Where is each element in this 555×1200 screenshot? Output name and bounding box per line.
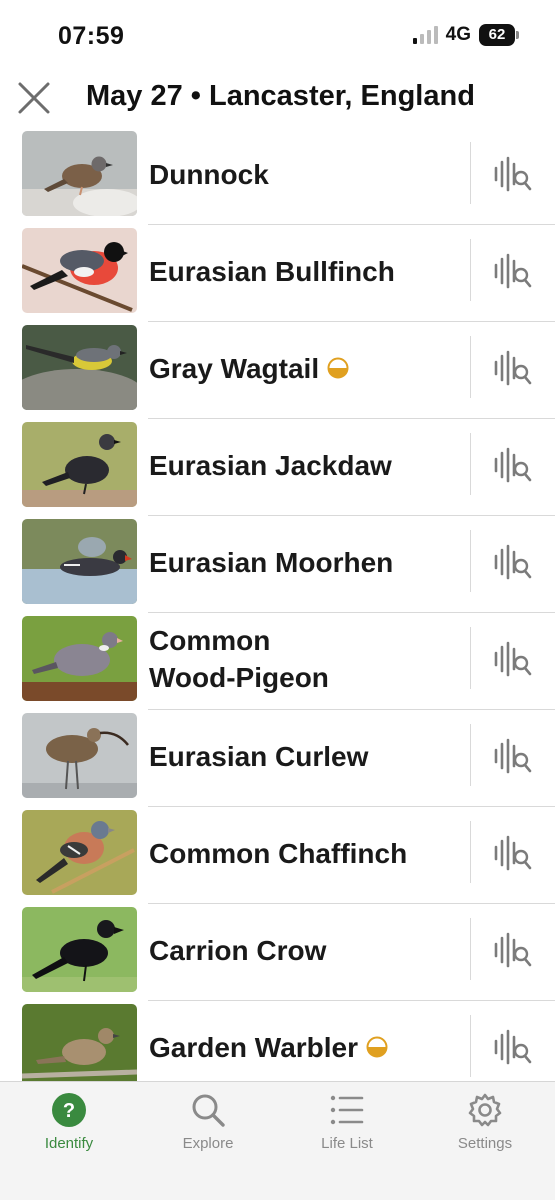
bird-photo-carrion-crow bbox=[22, 907, 137, 992]
sound-search-icon bbox=[494, 447, 532, 483]
sound-search-button[interactable] bbox=[492, 738, 534, 774]
species-row[interactable]: Garden Warbler bbox=[0, 1001, 555, 1081]
sound-search-button[interactable] bbox=[492, 932, 534, 968]
tab-label: Identify bbox=[44, 1135, 94, 1152]
species-name: Eurasian Curlew bbox=[149, 740, 369, 772]
row-divider bbox=[470, 1015, 471, 1077]
page-title: May 27 • Lancaster, England bbox=[86, 80, 475, 112]
sound-search-icon bbox=[494, 932, 532, 968]
sound-search-icon bbox=[494, 738, 532, 774]
species-name: Garden Warbler bbox=[149, 1001, 459, 1081]
sound-search-icon bbox=[494, 641, 532, 677]
sound-search-icon bbox=[494, 253, 532, 289]
species-row[interactable]: Eurasian Bullfinch bbox=[0, 225, 555, 322]
sound-search-button[interactable] bbox=[492, 544, 534, 580]
bird-photo-bullfinch bbox=[22, 228, 137, 313]
species-row[interactable]: Dunnock bbox=[0, 128, 555, 225]
seasonal-badge-icon bbox=[366, 1036, 388, 1058]
gear-icon bbox=[468, 1093, 502, 1127]
species-row[interactable]: Common Chaffinch bbox=[0, 807, 555, 904]
species-name: Common Chaffinch bbox=[149, 837, 408, 869]
cellular-signal-icon bbox=[412, 26, 438, 44]
svg-text:?: ? bbox=[63, 1100, 75, 1122]
bird-photo-dunnock bbox=[22, 131, 137, 216]
species-name: Carrion Crow bbox=[149, 934, 327, 966]
sound-search-button[interactable] bbox=[492, 350, 534, 386]
row-divider bbox=[470, 918, 471, 980]
row-divider bbox=[470, 433, 471, 495]
species-row[interactable]: Eurasian Moorhen bbox=[0, 516, 555, 613]
sound-search-icon bbox=[494, 1029, 532, 1065]
bird-photo-jackdaw bbox=[22, 422, 137, 507]
close-button[interactable] bbox=[16, 80, 52, 116]
tab-life-list[interactable]: Life List bbox=[278, 1092, 416, 1162]
sound-search-button[interactable] bbox=[492, 156, 534, 192]
tab-label: Life List bbox=[321, 1135, 373, 1152]
battery-icon: 62 bbox=[479, 24, 519, 46]
species-name: Eurasian Bullfinch bbox=[149, 255, 395, 287]
seasonal-badge-icon bbox=[327, 357, 349, 379]
species-name: Dunnock bbox=[149, 158, 269, 190]
sound-search-button[interactable] bbox=[492, 1029, 534, 1065]
header: May 27 • Lancaster, England bbox=[0, 70, 555, 128]
sound-search-button[interactable] bbox=[492, 641, 534, 677]
row-divider bbox=[470, 142, 471, 204]
row-divider bbox=[470, 627, 471, 689]
row-divider bbox=[470, 239, 471, 301]
sound-search-icon bbox=[494, 835, 532, 871]
bird-photo-wood-pigeon bbox=[22, 616, 137, 701]
species-name: Eurasian Moorhen bbox=[149, 546, 394, 578]
row-divider bbox=[470, 724, 471, 786]
species-list[interactable]: Dunnock Eurasian Bullfinch Gray Wagtail … bbox=[0, 128, 555, 1081]
species-row[interactable]: Carrion Crow bbox=[0, 904, 555, 1001]
row-divider bbox=[470, 336, 471, 398]
bird-photo-moorhen bbox=[22, 519, 137, 604]
sound-search-icon bbox=[494, 156, 532, 192]
sound-search-icon bbox=[494, 544, 532, 580]
species-row[interactable]: Gray Wagtail bbox=[0, 322, 555, 419]
species-row[interactable]: Common Wood-Pigeon bbox=[0, 613, 555, 710]
bird-photo-curlew bbox=[22, 713, 137, 798]
network-type: 4G bbox=[445, 24, 471, 45]
question-circle-icon: ? bbox=[52, 1093, 86, 1127]
species-row[interactable]: Eurasian Jackdaw bbox=[0, 419, 555, 516]
tab-label: Settings bbox=[457, 1135, 513, 1152]
bird-photo-gray-wagtail bbox=[22, 325, 137, 410]
tab-identify[interactable]: ? Identify bbox=[0, 1092, 138, 1162]
sound-search-button[interactable] bbox=[492, 835, 534, 871]
status-time: 07:59 bbox=[58, 22, 125, 50]
species-name: Eurasian Jackdaw bbox=[149, 449, 392, 481]
search-icon bbox=[192, 1094, 225, 1127]
sound-search-icon bbox=[494, 350, 532, 386]
tab-label: Explore bbox=[182, 1135, 234, 1152]
sound-search-button[interactable] bbox=[492, 447, 534, 483]
row-divider bbox=[470, 530, 471, 592]
bird-photo-chaffinch bbox=[22, 810, 137, 895]
status-bar: 07:59 4G 62 bbox=[0, 0, 555, 70]
bird-photo-garden-warbler bbox=[22, 1004, 137, 1081]
row-divider bbox=[470, 821, 471, 883]
species-name: Common Wood-Pigeon bbox=[149, 625, 329, 693]
close-icon bbox=[18, 82, 50, 114]
species-name: Gray Wagtail bbox=[149, 322, 459, 414]
species-row[interactable]: Eurasian Curlew bbox=[0, 710, 555, 807]
tab-bar: ? Identify Explore Life List Settings bbox=[0, 1081, 555, 1200]
status-indicators: 4G 62 bbox=[412, 24, 519, 46]
list-icon bbox=[330, 1095, 364, 1125]
tab-explore[interactable]: Explore bbox=[139, 1092, 277, 1162]
tab-settings[interactable]: Settings bbox=[416, 1092, 554, 1162]
sound-search-button[interactable] bbox=[492, 253, 534, 289]
